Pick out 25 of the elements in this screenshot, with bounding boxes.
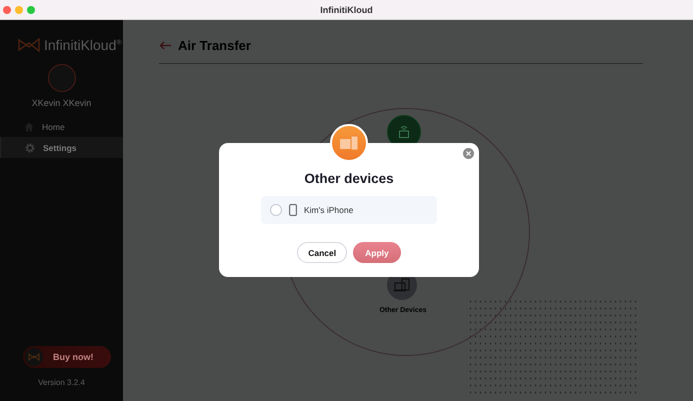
cancel-button[interactable]: Cancel xyxy=(297,242,348,263)
logo-icon xyxy=(28,353,40,361)
apply-button[interactable]: Apply xyxy=(353,242,401,263)
version-text: Version 3.2.4 xyxy=(37,378,86,387)
page-title: Air Transfer xyxy=(178,38,251,53)
close-icon[interactable] xyxy=(463,148,474,159)
buy-now-button[interactable]: Buy now! xyxy=(23,346,111,368)
devices-icon xyxy=(393,278,411,292)
wifi-laptop-icon xyxy=(397,125,411,139)
settings-icon xyxy=(25,142,35,152)
minimize-window-button[interactable] xyxy=(15,6,23,14)
close-window-button[interactable] xyxy=(3,6,11,14)
avatar xyxy=(48,64,76,92)
dialog-title: Other devices xyxy=(304,171,394,186)
logo-icon xyxy=(18,38,40,52)
radio-button[interactable] xyxy=(270,204,282,216)
app-logo-text: InfinitiKloud$^{®}$ xyxy=(44,37,122,53)
sidebar-item[interactable]: Settings xyxy=(0,137,123,158)
window-title: InfinitiKloud xyxy=(319,4,374,14)
sidebar-item[interactable]: Home xyxy=(0,116,123,137)
device-option[interactable]: Kim's iPhone xyxy=(261,196,437,224)
zoom-window-button[interactable] xyxy=(27,6,35,14)
phone-icon xyxy=(289,204,297,216)
user-name: XKevin XKevin xyxy=(30,98,92,108)
back-button[interactable] xyxy=(159,41,172,50)
